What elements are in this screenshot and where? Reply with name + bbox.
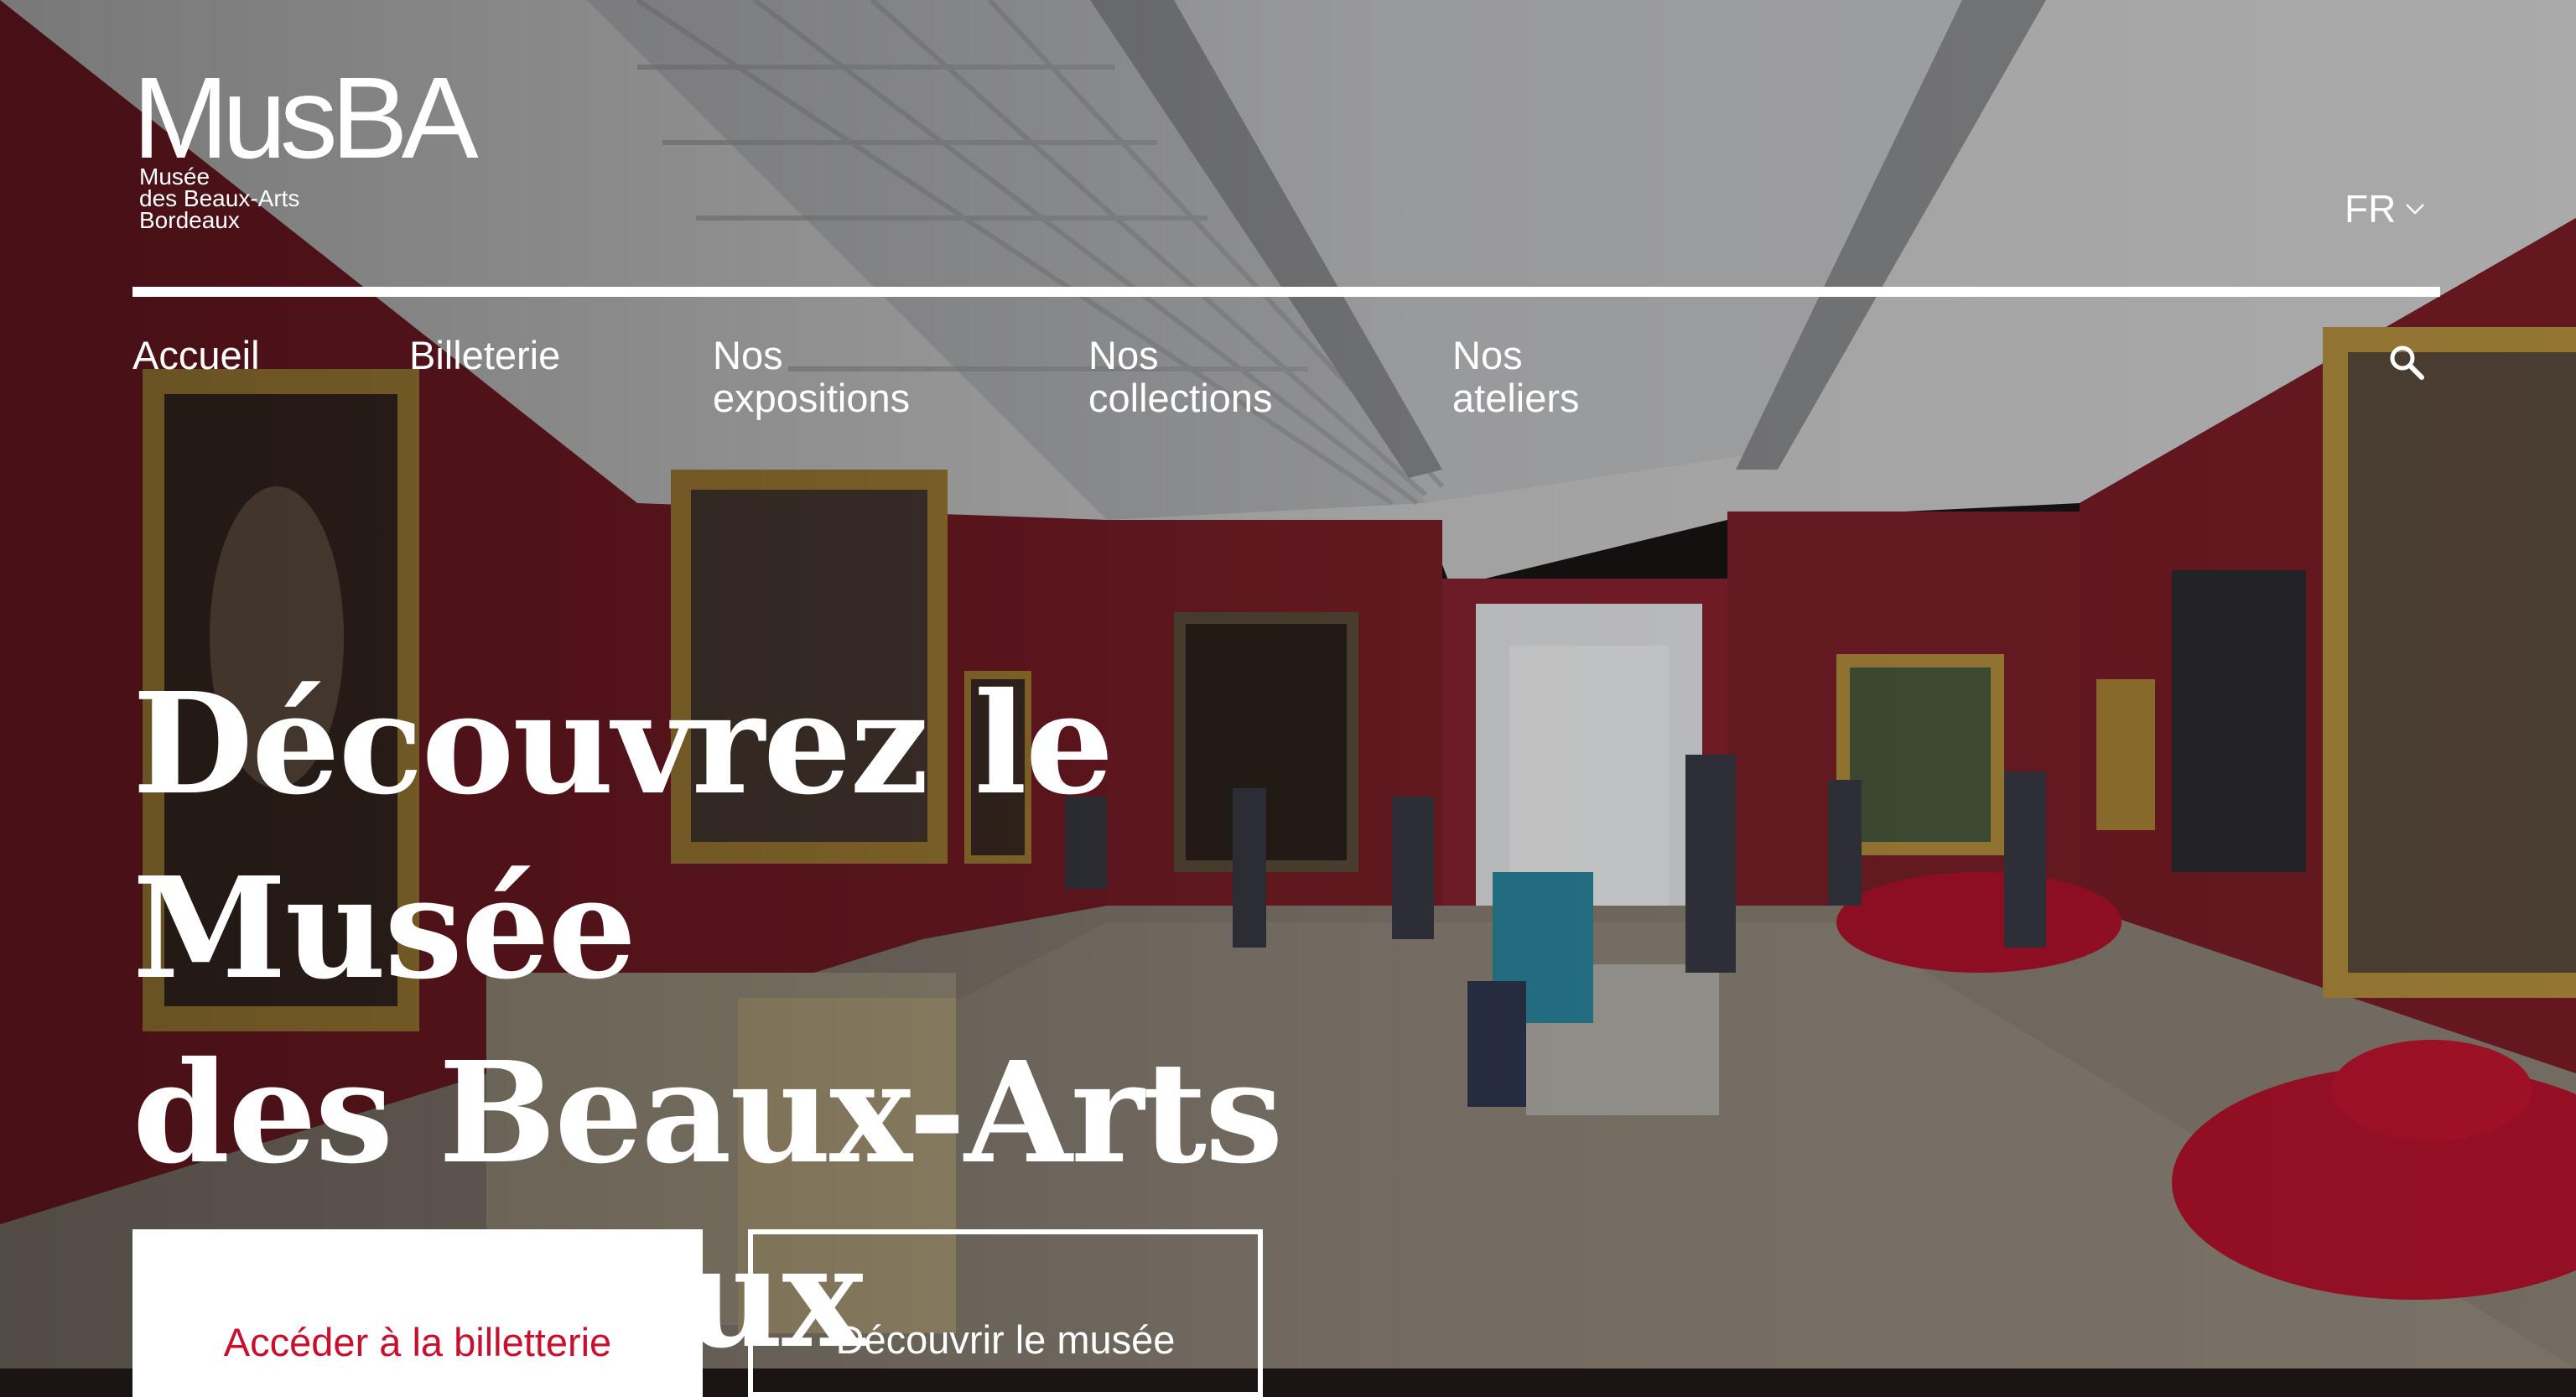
language-label: FR: [2345, 187, 2397, 231]
nav-item-expositions[interactable]: Nos expositions: [713, 334, 964, 419]
musba-logo[interactable]: MusBA Musée des Beaux-Arts Bordeaux: [132, 60, 501, 236]
discover-museum-button[interactable]: Découvrir le musée: [748, 1229, 1263, 1397]
nav-item-collections[interactable]: Nos collections: [1088, 334, 1340, 419]
nav-item-ateliers[interactable]: Nos ateliers: [1452, 334, 1654, 419]
logo-wordmark: MusBA: [132, 54, 479, 183]
ticketing-button[interactable]: Accéder à la billetterie: [132, 1229, 703, 1397]
language-selector[interactable]: FR: [2345, 186, 2426, 231]
header-divider: [132, 287, 2440, 297]
search-button[interactable]: [2386, 342, 2428, 384]
nav-item-accueil[interactable]: Accueil: [132, 334, 260, 377]
nav-item-billetterie[interactable]: Billeterie: [409, 334, 560, 377]
main-navigation: Accueil Billeterie Nos expositions Nos c…: [132, 334, 2440, 434]
logo-subtitle: Musée des Beaux-Arts Bordeaux: [139, 165, 299, 233]
logo-subtitle-line: Bordeaux: [139, 207, 240, 233]
chevron-down-icon: [2406, 204, 2425, 215]
search-icon: [2390, 345, 2424, 380]
